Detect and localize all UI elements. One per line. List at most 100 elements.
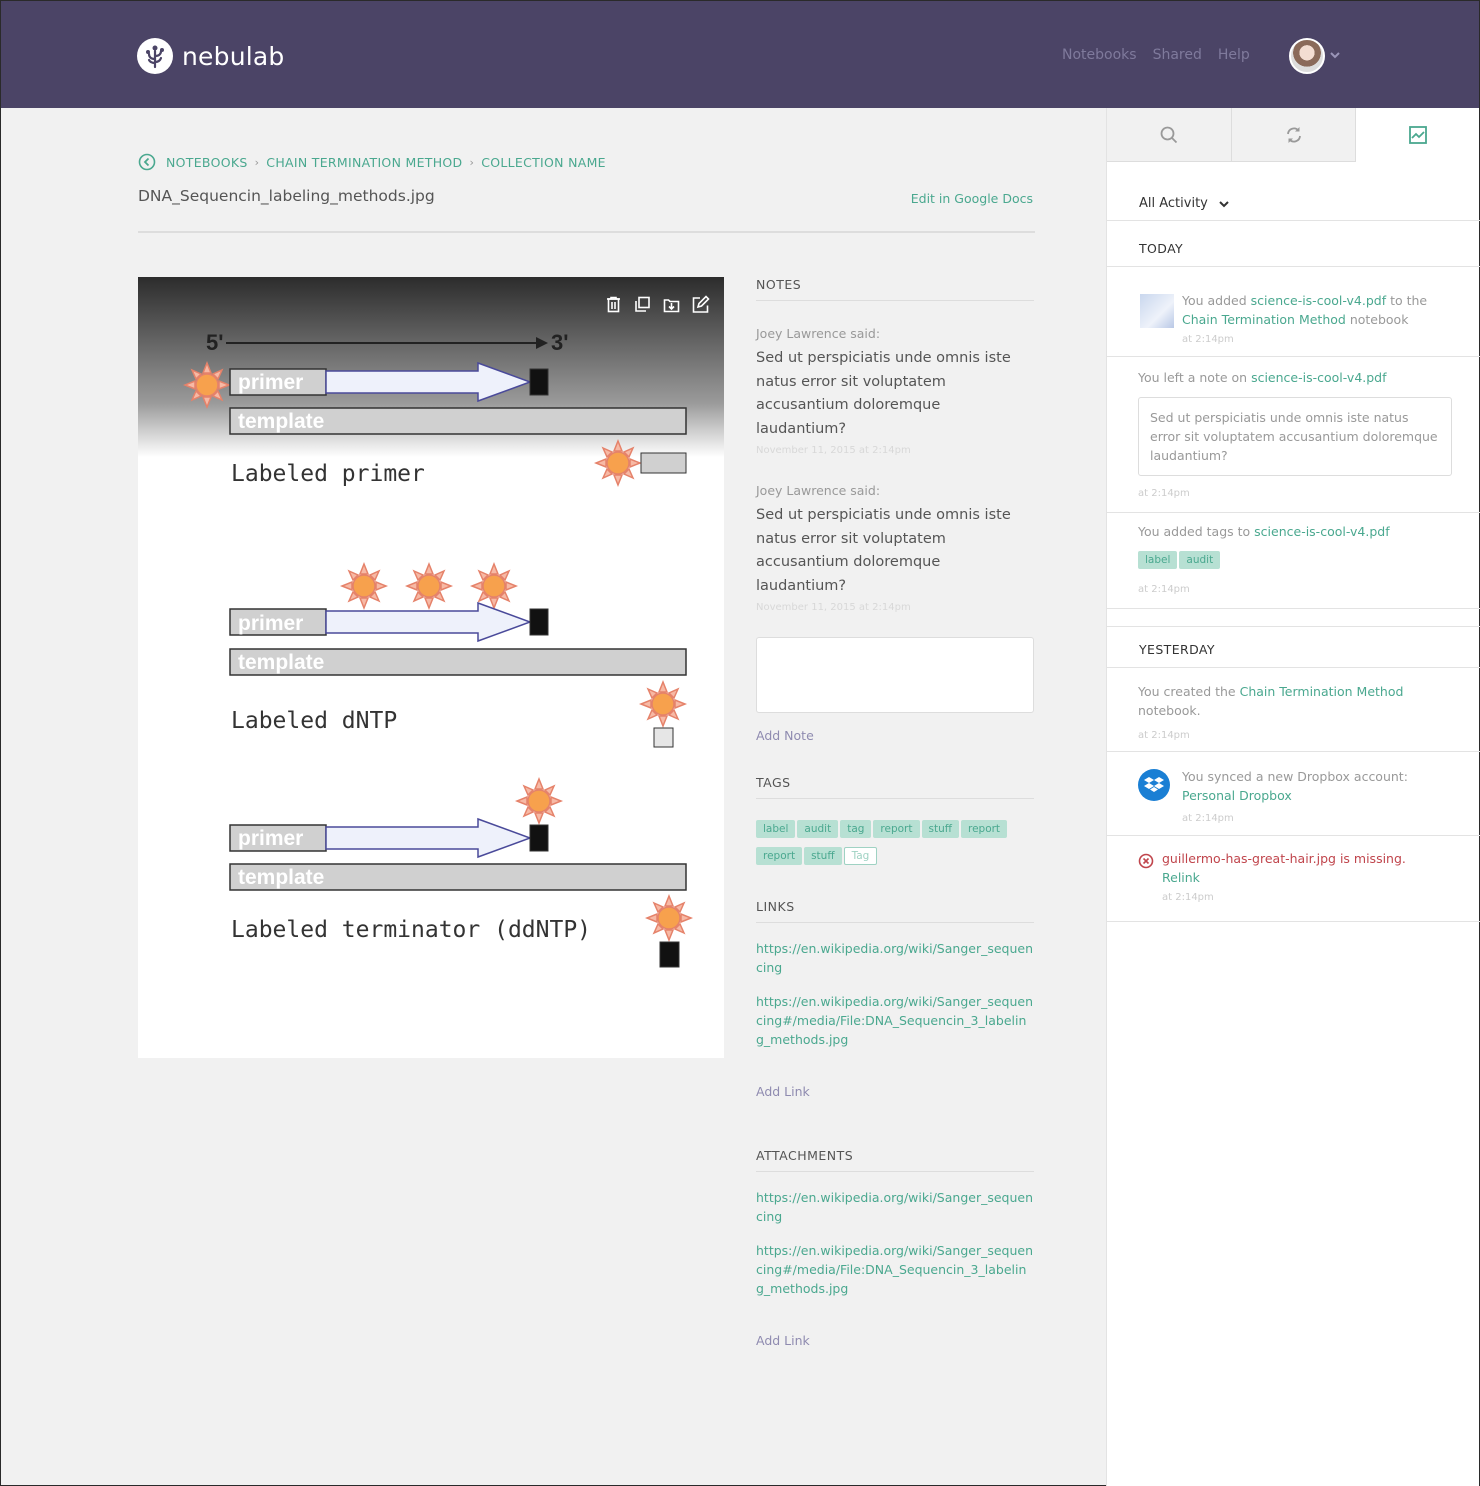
trash-icon[interactable] (604, 295, 623, 314)
back-circle-icon[interactable] (138, 153, 156, 171)
download-icon[interactable] (662, 295, 681, 314)
primer-label: primer (238, 827, 303, 850)
activity-time: at 2:14pm (1138, 488, 1190, 499)
note-item: Joey Lawrence said: Sed ut perspiciatis … (756, 483, 1034, 613)
attachment-item[interactable]: https://en.wikipedia.org/wiki/Sanger_seq… (756, 1241, 1034, 1298)
tag[interactable]: audit (797, 820, 839, 838)
activity-text: You synced a new Dropbox account: (1182, 769, 1408, 784)
divider (1107, 667, 1480, 668)
file-link[interactable]: science-is-cool-v4.pdf (1251, 370, 1386, 385)
primer-label: primer (238, 612, 303, 635)
breadcrumb-separator: › (469, 155, 475, 169)
main-nav: Notebooks Shared Help (1062, 47, 1250, 63)
note-author: Joey Lawrence said: (756, 326, 881, 341)
tag[interactable]: report (960, 820, 1008, 838)
tab-activity[interactable] (1356, 108, 1480, 162)
activity-item: You created the Chain Termination Method… (1138, 682, 1438, 720)
file-title: DNA_Sequencin_labeling_methods.jpg (138, 187, 435, 205)
add-attachment-link[interactable]: Add Link (756, 1333, 1034, 1348)
tag[interactable]: report (873, 820, 920, 838)
dropbox-icon (1138, 769, 1170, 801)
divider (138, 231, 1035, 233)
notebook-link[interactable]: Chain Termination Method (1182, 312, 1346, 327)
attachments-heading: ATTACHMENTS (756, 1148, 1034, 1172)
tag[interactable]: label (756, 820, 796, 838)
template-label: template (238, 651, 324, 674)
attachment-item[interactable]: https://en.wikipedia.org/wiki/Sanger_seq… (756, 1188, 1034, 1226)
end-5-label: 5' (206, 330, 223, 355)
breadcrumb: NOTEBOOKS › CHAIN TERMINATION METHOD › C… (138, 153, 606, 171)
nav-notebooks[interactable]: Notebooks (1062, 47, 1137, 63)
primer-label: primer (238, 371, 303, 394)
labeled-terminator-caption: Labeled terminator (ddNTP) (231, 917, 591, 943)
file-link[interactable]: science-is-cool-v4.pdf (1254, 524, 1389, 539)
divider (1107, 751, 1480, 752)
link-item[interactable]: https://en.wikipedia.org/wiki/Sanger_seq… (756, 992, 1034, 1049)
activity-text: You left a note on (1138, 370, 1252, 385)
dropbox-account-link[interactable]: Personal Dropbox (1182, 786, 1452, 805)
divider (1107, 921, 1480, 922)
add-link-button[interactable]: Add Link (756, 1084, 1034, 1099)
chevron-down-icon[interactable] (1329, 49, 1341, 61)
activity-item: You left a note on science-is-cool-v4.pd… (1138, 368, 1452, 387)
duplicate-icon[interactable] (633, 295, 652, 314)
note-author: Joey Lawrence said: (756, 483, 881, 498)
add-note-link[interactable]: Add Note (756, 728, 1034, 743)
breadcrumb-notebooks[interactable]: NOTEBOOKS (166, 155, 248, 170)
activity-time: at 2:14pm (1138, 730, 1190, 741)
edit-icon[interactable] (691, 295, 710, 314)
activity-text: notebook. (1138, 703, 1201, 718)
user-avatar[interactable] (1289, 38, 1325, 74)
activity-tag-list: label audit (1138, 548, 1222, 575)
tag[interactable]: tag (840, 820, 872, 838)
divider (1107, 356, 1480, 357)
breadcrumb-notebook[interactable]: CHAIN TERMINATION METHOD (266, 155, 462, 170)
notebook-link[interactable]: Chain Termination Method (1240, 684, 1404, 699)
breadcrumb-collection[interactable]: COLLECTION NAME (481, 155, 606, 170)
activity-text: You added (1182, 293, 1251, 308)
tag[interactable]: audit (1179, 551, 1221, 569)
activity-chart-icon (1408, 125, 1428, 145)
image-viewer[interactable]: 5' 3' primer template Labeled primer pri… (138, 277, 724, 1058)
search-icon (1159, 125, 1179, 145)
brand-logo[interactable]: nebulab (137, 38, 284, 74)
tag[interactable]: stuff (804, 847, 842, 865)
brand-name: nebulab (182, 41, 285, 71)
tag[interactable]: report (756, 847, 803, 865)
nav-help[interactable]: Help (1218, 47, 1250, 63)
tab-sync[interactable] (1231, 108, 1357, 162)
tag[interactable]: stuff (921, 820, 959, 838)
activity-time: at 2:14pm (1182, 334, 1234, 345)
activity-text: You created the (1138, 684, 1240, 699)
notes-heading: NOTES (756, 277, 1034, 301)
activity-time: at 2:14pm (1182, 813, 1234, 824)
file-thumbnail (1140, 294, 1174, 328)
chevron-down-icon (1219, 200, 1229, 207)
link-item[interactable]: https://en.wikipedia.org/wiki/Sanger_seq… (756, 939, 1034, 977)
new-tag-input[interactable]: Tag (843, 847, 878, 865)
note-time: November 11, 2015 at 2:14pm (756, 445, 911, 456)
tags-heading: TAGS (756, 775, 1034, 799)
tag[interactable]: label (1138, 551, 1178, 569)
file-link[interactable]: science-is-cool-v4.pdf (1251, 293, 1386, 308)
activity-text: notebook (1345, 312, 1409, 327)
day-heading-yesterday: YESTERDAY (1139, 642, 1215, 657)
divider (1107, 626, 1480, 627)
note-text: Sed ut perspiciatis unde omnis iste natu… (756, 507, 1011, 594)
activity-item: guillermo-has-great-hair.jpg is missing.… (1162, 849, 1442, 887)
panel-tabs (1107, 108, 1480, 162)
edit-in-google-docs-link[interactable]: Edit in Google Docs (911, 191, 1033, 206)
sync-icon (1284, 125, 1304, 145)
tag-list: label audit tag report stuff report report stu… (756, 817, 1034, 871)
nav-shared[interactable]: Shared (1153, 47, 1202, 63)
activity-item: You synced a new Dropbox account: Persona… (1182, 767, 1452, 805)
divider (1107, 512, 1480, 513)
note-time: November 11, 2015 at 2:14pm (756, 602, 911, 613)
relink-link[interactable]: Relink (1162, 868, 1442, 887)
tab-search[interactable] (1107, 108, 1232, 162)
template-label: template (238, 410, 324, 433)
image-toolbar (604, 295, 710, 314)
activity-time: at 2:14pm (1138, 584, 1190, 595)
activity-filter-dropdown[interactable]: All Activity (1139, 196, 1230, 211)
note-input[interactable] (756, 637, 1034, 713)
